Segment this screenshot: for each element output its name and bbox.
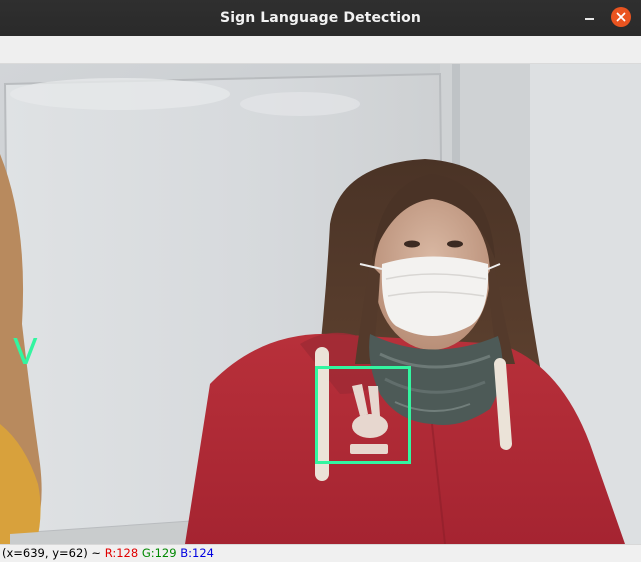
toolbar xyxy=(0,36,641,64)
pixel-blue-value: B:124 xyxy=(180,546,214,560)
status-bar: (x=639, y=62) ~ R:128 G:129 B:124 xyxy=(0,544,641,562)
minimize-icon xyxy=(584,18,594,20)
pixel-red-value: R:128 xyxy=(104,546,139,560)
minimize-button[interactable] xyxy=(578,7,600,29)
title-bar[interactable]: Sign Language Detection xyxy=(0,0,641,36)
cursor-coordinates: (x=639, y=62) ~ xyxy=(2,546,105,560)
window-title: Sign Language Detection xyxy=(220,10,421,26)
camera-frame-image: V xyxy=(0,64,641,544)
pixel-green-value: G:129 xyxy=(141,546,177,560)
close-button[interactable] xyxy=(611,7,631,27)
camera-feed: V xyxy=(0,64,641,544)
close-icon xyxy=(616,12,626,22)
app-window: Sign Language Detection V (x=639, y=62) … xyxy=(0,0,641,562)
detected-sign-label: V xyxy=(13,332,38,373)
